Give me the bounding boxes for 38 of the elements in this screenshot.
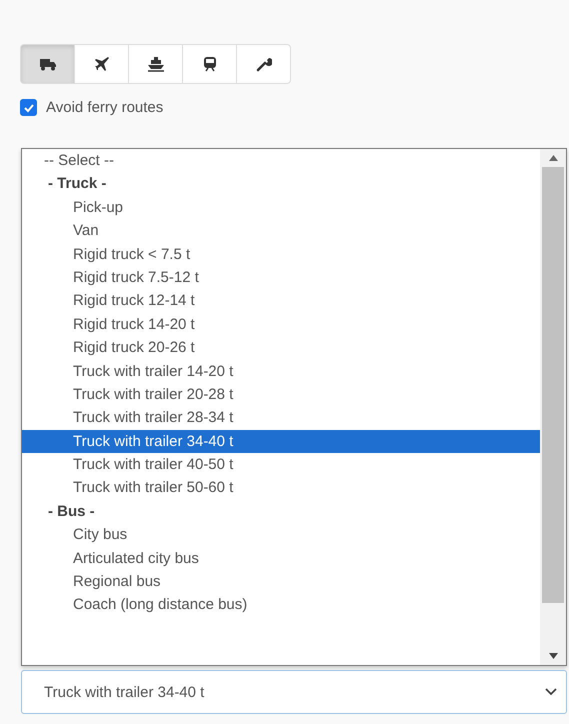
list-option[interactable]: Truck with trailer 50-60 t [22, 476, 540, 500]
list-option[interactable]: Articulated city bus [22, 546, 540, 570]
option-group-label: - Truck - [47, 174, 108, 194]
checkmark-icon [22, 102, 34, 114]
list-option[interactable]: Pick-up [22, 196, 540, 220]
ship-icon [146, 56, 164, 72]
list-option[interactable]: City bus [22, 523, 540, 547]
list-option[interactable]: Truck with trailer 28-34 t [22, 406, 540, 430]
wrench-mode-button[interactable] [236, 44, 291, 84]
list-option[interactable]: Truck with trailer 20-28 t [22, 382, 540, 406]
list-option[interactable]: Van [22, 219, 540, 243]
truck-mode-button[interactable] [20, 44, 75, 84]
list-option[interactable]: Regional bus [22, 570, 540, 594]
plane-icon [94, 56, 110, 72]
wrench-icon [256, 56, 272, 72]
list-option[interactable]: Coach (long distance bus) [22, 593, 540, 617]
list-option[interactable]: Truck with trailer 14-20 t [22, 360, 540, 383]
list-option[interactable]: Truck with trailer 34-40 t [22, 430, 540, 454]
checkbox[interactable] [20, 99, 37, 116]
ship-mode-button[interactable] [128, 44, 183, 84]
list-option[interactable]: -- Select -- [22, 149, 540, 172]
list-option[interactable]: Rigid truck < 7.5 t [22, 242, 540, 266]
list-option[interactable]: Rigid truck 7.5-12 t [22, 266, 540, 290]
chevron-down-icon [545, 688, 557, 696]
list-option[interactable]: Rigid truck 14-20 t [22, 312, 540, 336]
scrollbar[interactable] [540, 149, 566, 665]
truck-icon [38, 57, 56, 71]
list-option[interactable]: Rigid truck 12-14 t [22, 289, 540, 313]
scroll-up-icon[interactable] [548, 155, 558, 161]
plane-mode-button[interactable] [74, 44, 129, 84]
vehicle-select[interactable]: Truck with trailer 34-40 t [21, 670, 567, 714]
list-option[interactable]: Rigid truck 20-26 t [22, 336, 540, 360]
scroll-down-icon[interactable] [548, 653, 558, 659]
option-group-label: - Bus - [47, 502, 96, 522]
train-icon [202, 56, 216, 72]
list-option[interactable]: Truck with trailer 40-50 t [22, 453, 540, 476]
checkbox-label: Avoid ferry routes [46, 99, 164, 116]
train-mode-button[interactable] [182, 44, 237, 84]
